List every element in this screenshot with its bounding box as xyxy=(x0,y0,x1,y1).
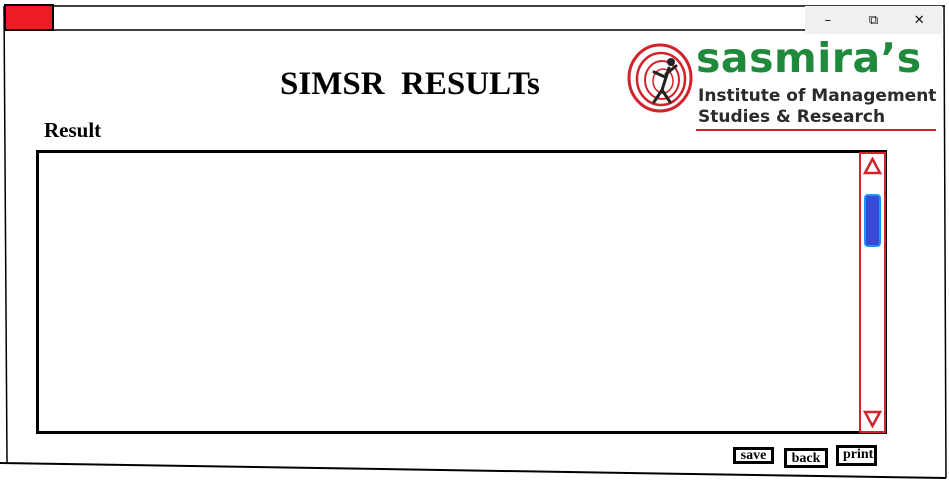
result-text-area[interactable] xyxy=(36,150,887,434)
corner-block xyxy=(4,4,54,31)
institute-logo: sasmira’s Institute of Management Studie… xyxy=(626,34,938,134)
scroll-thumb[interactable] xyxy=(864,194,881,247)
logo-subtitle-line1: Institute of Management xyxy=(698,86,937,106)
page-title: SIMSR RESULTs xyxy=(280,66,540,102)
window-controls: – ⧉ ✕ xyxy=(805,6,942,34)
back-button[interactable]: back xyxy=(784,448,828,468)
logo-subtitle-line2: Studies & Research xyxy=(698,107,886,127)
minimize-button[interactable]: – xyxy=(808,6,848,34)
restore-button[interactable]: ⧉ xyxy=(853,6,893,34)
logo-underline xyxy=(696,129,936,131)
scroll-up-arrow-icon[interactable] xyxy=(863,157,882,175)
close-button[interactable]: ✕ xyxy=(899,6,939,34)
save-button[interactable]: save xyxy=(733,447,774,464)
app-window: – ⧉ ✕ SIMSR RESULTs sasmira’s Institute … xyxy=(0,0,949,501)
result-label: Result xyxy=(44,118,102,142)
print-button[interactable]: print xyxy=(836,445,877,466)
logo-name: sasmira’s xyxy=(696,34,922,82)
logo-mark-icon xyxy=(627,43,693,113)
result-scrollbar[interactable] xyxy=(859,152,886,433)
scroll-down-arrow-icon[interactable] xyxy=(863,410,882,428)
